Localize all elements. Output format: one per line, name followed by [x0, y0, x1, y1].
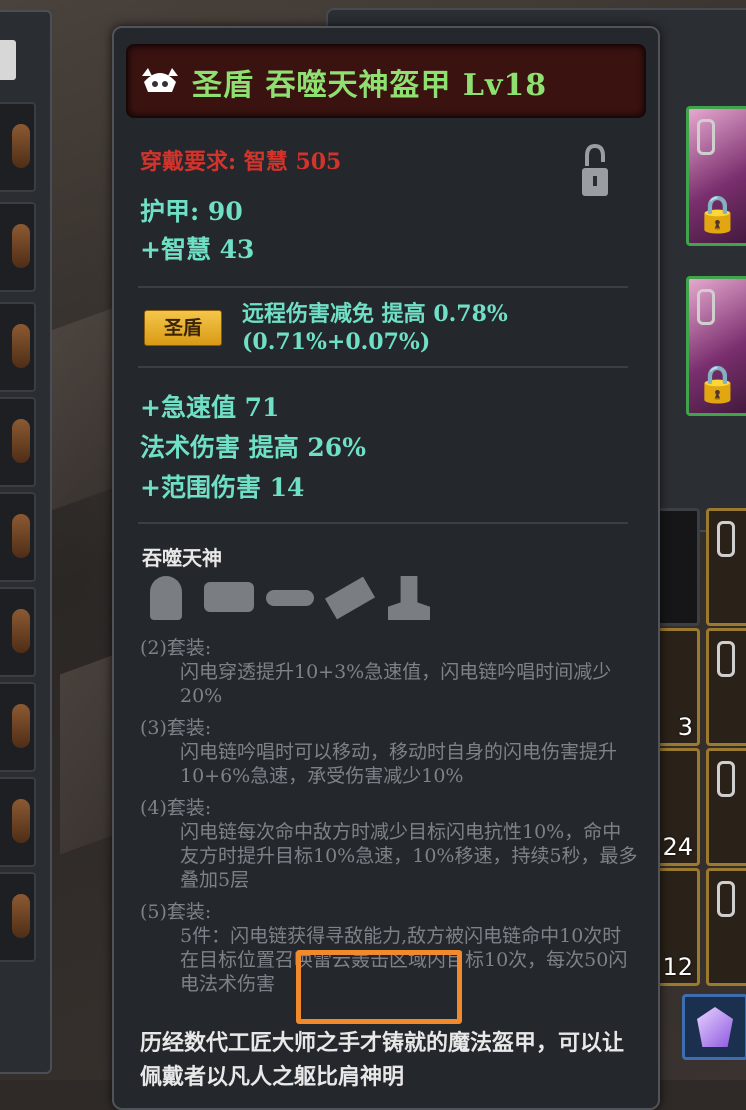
- item-lore: 历经数代工匠大师之手才铸就的魔法盔甲，可以让佩戴者以凡人之躯比肩神明: [140, 1030, 625, 1090]
- helmet-icon: [140, 62, 180, 98]
- stat-haste: +急速值 71: [140, 393, 280, 422]
- badge-effect: 远程伤害减免 提高 0.78%(0.71%+0.07%): [242, 301, 508, 355]
- bag-slot[interactable]: [706, 868, 746, 986]
- set-bonus-2: (2)套装: 闪电穿透提升10+3%急速值，闪电链吟唱时间减少20%: [140, 636, 640, 708]
- stat-area-damage: +范围伤害 14: [140, 473, 305, 502]
- chain-icon: [717, 881, 735, 917]
- chain-icon: [717, 641, 735, 677]
- item-thumbnail: [12, 324, 30, 368]
- item-thumbnail: [12, 514, 30, 558]
- set-bonus-4-header: (4)套装:: [140, 797, 212, 819]
- set-bonus-3-header: (3)套装:: [140, 717, 212, 739]
- belt-icon: [266, 590, 314, 606]
- lock-icon: 🔒: [695, 194, 740, 235]
- equipment-slot-locked[interactable]: 🔒: [686, 106, 746, 246]
- set-bonus-2-text: 闪电穿透提升10+3%急速值，闪电链吟唱时间减少20%: [180, 661, 612, 707]
- item-count: 12: [662, 953, 693, 981]
- item-title: 圣盾 吞噬天神盔甲 Lv18: [192, 68, 548, 103]
- lock-icon: 🔒: [695, 364, 740, 405]
- stat-wisdom: +智慧 43: [140, 235, 255, 264]
- inventory-slot[interactable]: [0, 492, 36, 582]
- inventory-slot[interactable]: [0, 397, 36, 487]
- chat-icon[interactable]: [0, 40, 16, 80]
- inventory-slot[interactable]: [0, 682, 36, 772]
- inventory-slot[interactable]: [0, 872, 36, 962]
- gem-icon: [697, 1007, 733, 1047]
- chain-icon: [717, 521, 735, 557]
- gauntlet-icon: [324, 576, 376, 620]
- bag-slot[interactable]: [706, 628, 746, 746]
- item-count: 24: [662, 833, 693, 861]
- set-bonus-3: (3)套装: 闪电链吟唱时可以移动，移动时自身的闪电伤害提升10+6%急速，承受…: [140, 716, 640, 788]
- inventory-slot[interactable]: [0, 202, 36, 292]
- tooltip-title-bar: 圣盾 吞噬天神盔甲 Lv18: [126, 44, 646, 118]
- set-bonus-5-header: (5)套装:: [140, 901, 212, 923]
- item-thumbnail: [12, 609, 30, 653]
- bag-slot[interactable]: [706, 508, 746, 626]
- chain-icon: [697, 289, 715, 325]
- inventory-slot[interactable]: [0, 302, 36, 392]
- equipment-slot-locked[interactable]: 🔒: [686, 276, 746, 416]
- left-inventory-panel: [0, 10, 52, 1074]
- stat-armor: 护甲: 90: [140, 197, 243, 226]
- divider: [138, 366, 628, 368]
- set-bonus-4-text: 闪电链每次命中敌方时减少目标闪电抗性10%，命中友方时提升目标10%急速，10%…: [180, 821, 638, 891]
- item-count: 3: [677, 713, 693, 741]
- wear-requirement: 穿戴要求: 智慧 505: [140, 149, 342, 175]
- floor-tile: [40, 305, 120, 515]
- item-thumbnail: [12, 799, 30, 843]
- item-thumbnail: [12, 419, 30, 463]
- inventory-slot[interactable]: [0, 102, 36, 192]
- item-tooltip: 圣盾 吞噬天神盔甲 Lv18 穿戴要求: 智慧 505 护甲: 90 +智慧 4…: [112, 26, 660, 1110]
- bag-slot[interactable]: [706, 748, 746, 866]
- inventory-slot[interactable]: [0, 587, 36, 677]
- boot-icon: [388, 576, 430, 620]
- highlight-box: [296, 950, 462, 1024]
- item-thumbnail: [12, 894, 30, 938]
- item-thumbnail: [12, 224, 30, 268]
- stat-spell-damage: 法术伤害 提高 26%: [140, 433, 366, 462]
- item-thumbnail: [12, 704, 30, 748]
- divider: [138, 522, 628, 524]
- item-thumbnail: [12, 124, 30, 168]
- divider: [138, 286, 628, 288]
- chain-icon: [697, 119, 715, 155]
- lock-icon[interactable]: [580, 143, 610, 200]
- inventory-slot[interactable]: [0, 777, 36, 867]
- set-name: 吞噬天神: [142, 546, 222, 570]
- chain-icon: [717, 761, 735, 797]
- set-bonus-4: (4)套装: 闪电链每次命中敌方时减少目标闪电抗性10%，命中友方时提升目标10…: [140, 796, 640, 892]
- helmet-icon: [150, 576, 182, 620]
- holy-shield-badge: 圣盾: [144, 310, 222, 346]
- gem-slot[interactable]: [682, 994, 746, 1060]
- shoulder-icon: [204, 582, 254, 612]
- set-bonus-3-text: 闪电链吟唱时可以移动，移动时自身的闪电伤害提升10+6%急速，承受伤害减少10%: [180, 741, 618, 787]
- set-bonus-2-header: (2)套装:: [140, 637, 212, 659]
